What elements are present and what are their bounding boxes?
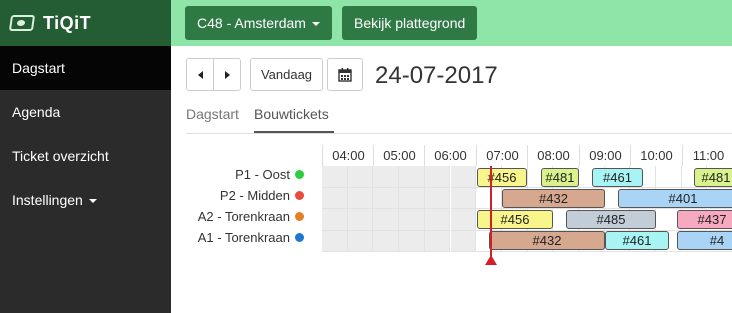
status-dot-icon [295, 233, 304, 242]
ticket-block[interactable]: #4 [677, 231, 732, 250]
ticket-logo-icon [8, 15, 36, 31]
schedule-cell[interactable] [656, 166, 682, 188]
hour-header: 10:00 [630, 145, 682, 166]
calendar-button[interactable] [327, 58, 363, 91]
schedule-cell[interactable] [424, 230, 451, 252]
hour-header: 06:00 [424, 145, 476, 166]
schedule-cell[interactable] [322, 187, 348, 209]
resource-label-text: A1 - Torenkraan [197, 230, 290, 245]
schedule-cell[interactable] [347, 230, 374, 252]
view-map-button[interactable]: Bekijk plattegrond [342, 6, 478, 40]
schedule-cell[interactable] [322, 166, 348, 188]
calendar-icon [338, 67, 352, 82]
resource-label: A2 - Torenkraan [198, 209, 304, 224]
resource-label: P1 - Oost [235, 167, 304, 182]
schedule-cell[interactable] [399, 209, 425, 231]
topbar: C48 - Amsterdam Bekijk plattegrond [171, 0, 732, 46]
current-date-title: 24-07-2017 [375, 62, 498, 89]
schedule-cell[interactable] [424, 187, 451, 209]
brand-name: TiQiT [43, 12, 92, 33]
tab-dagstart[interactable]: Dagstart [186, 106, 239, 122]
hour-header: 08:00 [527, 145, 579, 166]
schedule-cell[interactable] [373, 166, 400, 188]
ticket-block[interactable]: #432 [489, 231, 605, 250]
ticket-block[interactable]: #481 [541, 168, 579, 187]
schedule-cell[interactable] [373, 209, 400, 231]
ticket-block[interactable]: #456 [477, 210, 553, 229]
schedule-cell[interactable] [450, 230, 477, 252]
ticket-block[interactable]: #456 [477, 168, 527, 187]
sidebar-item-agenda[interactable]: Agenda [0, 90, 171, 134]
ticket-block[interactable]: #461 [605, 231, 669, 250]
caret-down-icon [88, 199, 97, 203]
view-map-label: Bekijk plattegrond [354, 15, 466, 31]
chevron-left-icon [197, 70, 203, 79]
tab-bouwtickets[interactable]: Bouwtickets [254, 106, 329, 122]
sidebar-item-label: Agenda [12, 104, 61, 120]
schedule-cell[interactable] [322, 230, 348, 252]
previous-day-button[interactable] [186, 58, 214, 91]
current-time-marker-icon [485, 255, 497, 265]
today-label: Vandaag [260, 67, 313, 82]
resource-label: A1 - Torenkraan [198, 230, 304, 245]
ticket-block[interactable]: #432 [502, 189, 605, 208]
schedule-cell[interactable] [399, 187, 425, 209]
resource-label-text: P1 - Oost [235, 167, 290, 182]
ticket-block[interactable]: #485 [566, 210, 656, 229]
sidebar-item-dagstart[interactable]: Dagstart [0, 46, 171, 90]
schedule-cell[interactable] [399, 166, 425, 188]
hour-header: 07:00 [476, 145, 528, 166]
sidebar-item-instellingen[interactable]: Instellingen [0, 178, 171, 222]
next-day-button[interactable] [213, 58, 241, 91]
ticket-block[interactable]: #437 [677, 210, 732, 229]
schedule-cell[interactable] [399, 230, 425, 252]
schedule-cell[interactable] [347, 209, 374, 231]
schedule-cell[interactable] [373, 187, 400, 209]
hour-header: 11:00 [682, 145, 732, 166]
schedule-cell[interactable] [424, 209, 451, 231]
caret-down-icon [311, 22, 320, 26]
schedule-cell[interactable] [450, 166, 477, 188]
schedule-cell[interactable] [347, 166, 374, 188]
schedule-cell[interactable] [450, 209, 477, 231]
sidebar-item-ticket-overzicht[interactable]: Ticket overzicht [0, 134, 171, 178]
sidebar-item-label: Ticket overzicht [12, 148, 109, 164]
hour-header: 04:00 [322, 145, 374, 166]
tabs-divider [186, 133, 732, 134]
sidebar-item-label: Instellingen [12, 192, 83, 208]
resource-label-text: P2 - Midden [219, 188, 290, 203]
location-dropdown-button[interactable]: C48 - Amsterdam [185, 6, 332, 40]
sidebar: TiQiT Dagstart Agenda Ticket overzicht I… [0, 0, 171, 313]
today-button[interactable]: Vandaag [250, 58, 323, 91]
hour-header: 05:00 [373, 145, 425, 166]
resource-label: P2 - Midden [220, 188, 304, 203]
hour-header: 09:00 [579, 145, 631, 166]
ticket-block[interactable]: #461 [592, 168, 643, 187]
sidebar-item-label: Dagstart [12, 60, 65, 76]
current-time-line [490, 166, 492, 258]
location-label: C48 - Amsterdam [197, 15, 306, 31]
chevron-right-icon [224, 70, 230, 79]
schedule-cell[interactable] [347, 187, 374, 209]
resource-label-text: A2 - Torenkraan [197, 209, 290, 224]
schedule-grid: 04:00 05:00 06:00 07:00 08:00 09:00 10:0… [322, 145, 732, 254]
brand[interactable]: TiQiT [0, 0, 171, 46]
schedule-cell[interactable] [424, 166, 451, 188]
schedule-cell[interactable] [373, 230, 400, 252]
schedule-cell[interactable] [450, 187, 477, 209]
status-dot-icon [295, 191, 304, 200]
ticket-block[interactable]: #401 [618, 189, 732, 208]
status-dot-icon [295, 170, 304, 179]
status-dot-icon [295, 212, 304, 221]
schedule-cell[interactable] [322, 209, 348, 231]
ticket-block[interactable]: #481 [694, 168, 732, 187]
